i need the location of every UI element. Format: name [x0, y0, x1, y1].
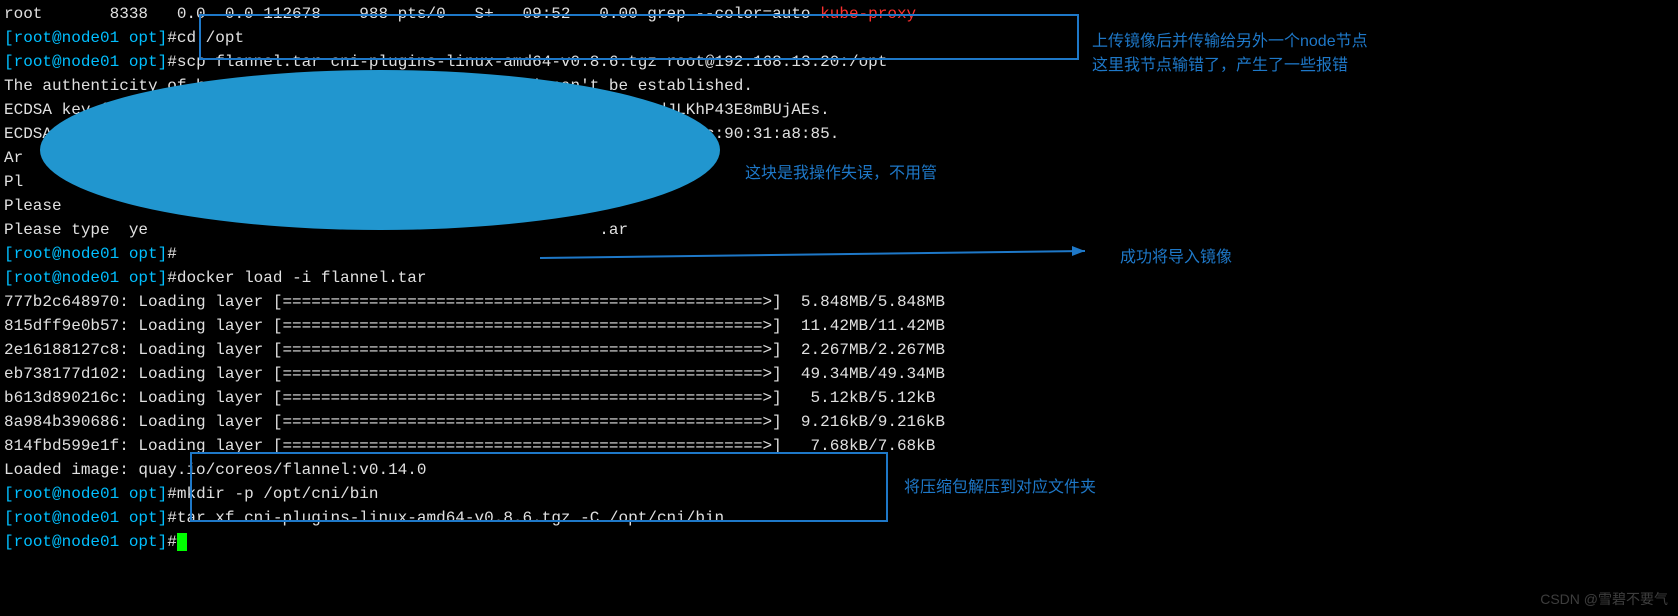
prompt-line: [root@node01 opt]#tar xf cni-plugins-lin…	[4, 506, 1674, 530]
cmd-tar: tar xf cni-plugins-linux-amd64-v0.8.6.tg…	[177, 509, 724, 527]
process-line: root 8338 0.0 0.0 112678 988 pts/0 S+ 09…	[4, 2, 1674, 26]
cmd-docker-load: docker load -i flannel.tar	[177, 269, 427, 287]
prompt-line: [root@node01 opt]#mkdir -p /opt/cni/bin	[4, 482, 1674, 506]
annotation-upload: 上传镜像后并传输给另外一个node节点 这里我节点输错了，产生了一些报错	[1092, 30, 1368, 78]
prompt-line: [root@node01 opt]#	[4, 242, 1674, 266]
cmd-scp: scp flannel.tar cni-plugins-linux-amd64-…	[177, 53, 888, 71]
loading-layer-line: b613d890216c: Loading layer [===========…	[4, 386, 1674, 410]
prompt-line: [root@node01 opt]#cd /opt	[4, 26, 1674, 50]
prompt-line: [root@node01 opt]#scp flannel.tar cni-pl…	[4, 50, 1674, 74]
loading-layer-line: 2e16188127c8: Loading layer [===========…	[4, 338, 1674, 362]
watermark: CSDN @雪碧不要气	[1540, 589, 1668, 610]
annotation-success: 成功将导入镜像	[1120, 246, 1232, 270]
redaction-ellipse	[40, 70, 720, 230]
prompt-line: [root@node01 opt]#	[4, 530, 1674, 554]
loading-layer-line: 777b2c648970: Loading layer [===========…	[4, 290, 1674, 314]
cmd-cd: cd /opt	[177, 29, 244, 47]
cmd-mkdir: mkdir -p /opt/cni/bin	[177, 485, 379, 503]
loading-layer-line: 814fbd599e1f: Loading layer [===========…	[4, 434, 1674, 458]
grep-match: kube-proxy	[820, 5, 916, 23]
loading-layer-line: 815dff9e0b57: Loading layer [===========…	[4, 314, 1674, 338]
loading-layer-line: eb738177d102: Loading layer [===========…	[4, 362, 1674, 386]
cursor-icon	[177, 533, 187, 551]
loaded-image-line: Loaded image: quay.io/coreos/flannel:v0.…	[4, 458, 1674, 482]
prompt-line: [root@node01 opt]#docker load -i flannel…	[4, 266, 1674, 290]
annotation-mistake: 这块是我操作失误，不用管	[745, 162, 937, 186]
annotation-extract: 将压缩包解压到对应文件夹	[904, 476, 1096, 500]
loading-layer-line: 8a984b390686: Loading layer [===========…	[4, 410, 1674, 434]
